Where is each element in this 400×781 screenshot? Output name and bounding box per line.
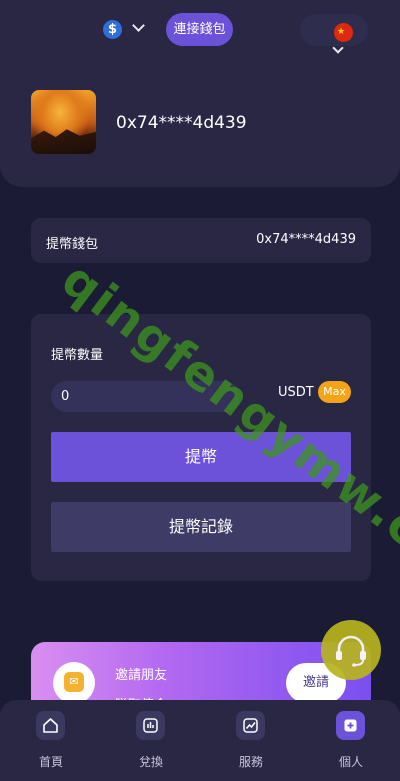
currency-unit: USDT — [278, 385, 314, 400]
nav-label-profile: 個人 — [338, 755, 363, 769]
withdraw-amount-label: 提幣數量 — [51, 348, 104, 363]
envelope-icon: ✉ — [64, 672, 84, 692]
nav-label-exchange: 兌換 — [138, 755, 163, 769]
service-icon — [236, 711, 265, 740]
withdraw-wallet-address: 0x74****4d439 — [256, 232, 356, 247]
withdraw-button[interactable]: 提幣 — [51, 432, 351, 482]
max-button[interactable]: Max — [318, 381, 351, 403]
wallet-address: 0x74****4d439 — [116, 113, 247, 133]
nav-item-exchange[interactable]: 兌換 — [121, 711, 181, 771]
connect-wallet-button[interactable]: 連接錢包 — [166, 13, 233, 46]
china-flag-icon[interactable]: ★ — [334, 23, 353, 42]
usdt-token-icon[interactable]: $ — [103, 20, 122, 39]
customer-support-button[interactable] — [321, 620, 381, 680]
nav-item-profile[interactable]: 個人 — [321, 711, 381, 771]
withdraw-amount-input[interactable] — [51, 381, 240, 412]
profile-icon — [336, 711, 365, 740]
withdraw-records-button[interactable]: 提幣記錄 — [51, 502, 351, 552]
withdraw-wallet-label: 提幣錢包 — [46, 237, 99, 252]
invite-gift-icon: ✉ — [53, 662, 95, 704]
home-icon — [36, 711, 65, 740]
nav-label-home: 首頁 — [38, 755, 63, 769]
invite-title: 邀請朋友 — [115, 668, 168, 683]
headset-icon — [336, 635, 366, 667]
exchange-icon — [136, 711, 165, 740]
avatar — [31, 90, 96, 154]
nav-item-service[interactable]: 服務 — [221, 711, 281, 771]
nav-item-home[interactable]: 首頁 — [21, 711, 81, 771]
nav-label-service: 服務 — [238, 755, 263, 769]
